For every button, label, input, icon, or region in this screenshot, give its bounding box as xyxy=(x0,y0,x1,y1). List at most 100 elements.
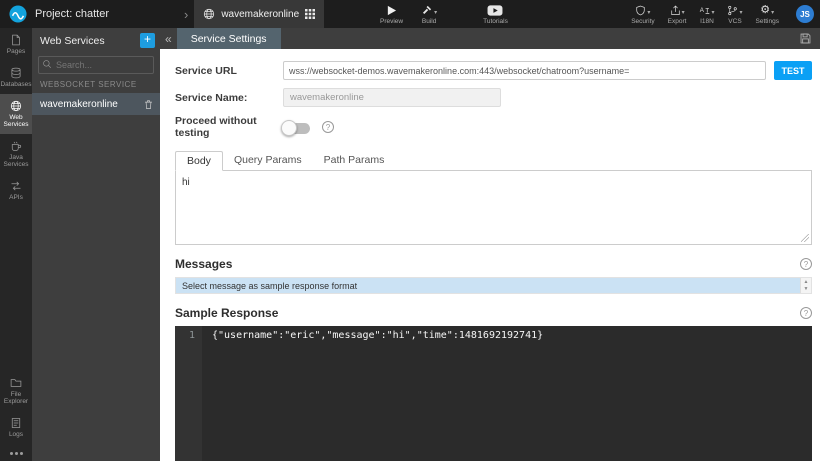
database-icon xyxy=(10,67,22,79)
service-url-row: Service URL TEST xyxy=(175,61,812,80)
topbar-center-actions: Preview ▾ Build Tutorials xyxy=(380,0,508,28)
proceed-row: Proceed without testing ? xyxy=(175,115,812,139)
search-icon xyxy=(43,60,51,68)
service-name-row: Service Name: xyxy=(175,88,812,107)
resize-handle[interactable] xyxy=(801,234,809,242)
main-tabbar: « Service Settings xyxy=(160,28,820,49)
service-url-input[interactable] xyxy=(283,61,766,80)
wavemaker-logo-icon[interactable] xyxy=(9,5,27,23)
breadcrumb-chevron-icon: › xyxy=(183,6,189,22)
i18n-button[interactable]: A ▾ I18N xyxy=(699,4,714,25)
websocket-service-section-label: WEBSOCKET SERVICE xyxy=(40,80,137,89)
export-button[interactable]: ▾ Export xyxy=(667,4,687,25)
service-list-item[interactable]: wavemakeronline xyxy=(32,93,160,115)
tutorials-button[interactable]: Tutorials xyxy=(483,4,508,25)
coffee-cup-icon xyxy=(10,140,22,152)
tutorials-label: Tutorials xyxy=(483,17,508,25)
translate-icon: A xyxy=(699,5,710,16)
rail-label: Pages xyxy=(6,48,26,55)
play-icon xyxy=(386,5,397,16)
api-arrows-icon xyxy=(10,180,22,192)
sidebar-item-java-services[interactable]: Java Services xyxy=(0,134,32,174)
pages-icon xyxy=(10,34,22,46)
body-textarea[interactable]: hi xyxy=(182,177,805,238)
export-label: Export xyxy=(667,17,687,25)
sidebar-item-databases[interactable]: Databases xyxy=(0,61,32,94)
gear-icon: ⚙ xyxy=(760,3,771,16)
help-icon: ? xyxy=(800,258,812,270)
vcs-label: VCS xyxy=(728,17,742,25)
help-icon: ? xyxy=(322,121,334,133)
rail-label: Databases xyxy=(0,81,32,88)
svg-text:A: A xyxy=(700,6,705,13)
shield-icon xyxy=(635,5,646,16)
request-tabs: Body Query Params Path Params xyxy=(175,151,812,171)
left-rail: Pages Databases Web Services Java Servic… xyxy=(0,28,32,461)
globe-icon xyxy=(10,100,22,112)
security-button[interactable]: ▾ Security xyxy=(631,4,655,25)
logs-icon xyxy=(10,417,22,429)
service-name-label: Service Name: xyxy=(175,91,248,104)
build-button[interactable]: ▾ Build xyxy=(421,4,437,25)
service-item-label: wavemakeronline xyxy=(40,98,118,110)
tabbar-spacer xyxy=(281,28,791,49)
grid-icon[interactable] xyxy=(305,9,316,19)
user-avatar[interactable]: JS xyxy=(796,5,814,23)
preview-label: Preview xyxy=(380,17,404,25)
line-number: 1 xyxy=(188,330,195,341)
sidebar-item-web-services[interactable]: Web Services xyxy=(0,94,32,134)
topbar: Project: chatter › wavemakeronline Previ… xyxy=(0,0,820,28)
line-number-gutter: 1 xyxy=(175,326,202,461)
folder-icon xyxy=(10,377,22,389)
tab-path-params[interactable]: Path Params xyxy=(313,151,396,170)
search-input[interactable] xyxy=(38,56,154,74)
project-title: Project: chatter xyxy=(35,8,109,20)
proceed-label: Proceed without testing xyxy=(175,115,257,139)
security-label: Security xyxy=(631,17,655,25)
chevron-down-icon: ▾ xyxy=(647,9,651,16)
vcs-button[interactable]: ▾ VCS xyxy=(727,4,743,25)
service-url-label: Service URL xyxy=(175,64,237,77)
sidebar-item-apis[interactable]: APIs xyxy=(0,174,32,207)
settings-button[interactable]: ⚙ ▾ Settings xyxy=(756,4,780,25)
messages-title: Messages xyxy=(175,257,233,271)
trash-icon[interactable] xyxy=(143,99,154,110)
app-tab[interactable]: wavemakeronline xyxy=(194,0,325,28)
i18n-label: I18N xyxy=(700,17,714,25)
rail-label: Web Services xyxy=(3,114,29,128)
scroll-up-icon[interactable]: ▲ xyxy=(804,279,809,285)
help-icon: ? xyxy=(800,307,812,319)
tab-query-params[interactable]: Query Params xyxy=(223,151,313,170)
more-menu-icon[interactable] xyxy=(0,444,32,461)
scrollbar[interactable]: ▲ ▼ xyxy=(800,278,811,293)
message-option-selected[interactable]: Select message as sample response format xyxy=(176,278,800,293)
test-button[interactable]: TEST xyxy=(774,61,812,80)
panel-title: Web Services xyxy=(40,34,105,47)
save-icon[interactable] xyxy=(791,28,820,49)
add-service-button[interactable]: + xyxy=(140,33,155,48)
collapse-panel-button[interactable]: « xyxy=(160,28,177,49)
service-settings-content: Service URL TEST Service Name: Proceed w… xyxy=(160,49,820,461)
rail-label: File Explorer xyxy=(3,391,29,405)
proceed-toggle[interactable] xyxy=(281,119,310,136)
code-line[interactable]: {"username":"eric","message":"hi","time"… xyxy=(202,326,543,461)
preview-button[interactable]: Preview xyxy=(380,4,403,25)
chevron-down-icon: ▾ xyxy=(739,9,743,16)
tab-service-settings[interactable]: Service Settings xyxy=(176,28,281,49)
branch-icon xyxy=(727,5,738,16)
app-tab-label: wavemakeronline xyxy=(221,8,300,20)
settings-label: Settings xyxy=(755,17,780,25)
service-name-input[interactable] xyxy=(283,88,501,107)
panel-header: Web Services + xyxy=(32,28,160,52)
scroll-down-icon[interactable]: ▼ xyxy=(804,286,809,292)
sidebar-item-file-explorer[interactable]: File Explorer xyxy=(0,371,32,411)
sample-response-editor[interactable]: 1 {"username":"eric","message":"hi","tim… xyxy=(175,326,812,461)
sidebar-item-pages[interactable]: Pages xyxy=(0,28,32,61)
chevron-down-icon: ▾ xyxy=(771,9,775,16)
sidebar-item-logs[interactable]: Logs xyxy=(0,411,32,444)
web-services-panel: Web Services + WEBSOCKET SERVICE wavemak… xyxy=(32,28,160,461)
tab-body[interactable]: Body xyxy=(175,151,223,171)
rail-label: Logs xyxy=(8,431,24,438)
sample-response-title: Sample Response xyxy=(175,306,279,320)
build-label: Build xyxy=(421,17,437,25)
